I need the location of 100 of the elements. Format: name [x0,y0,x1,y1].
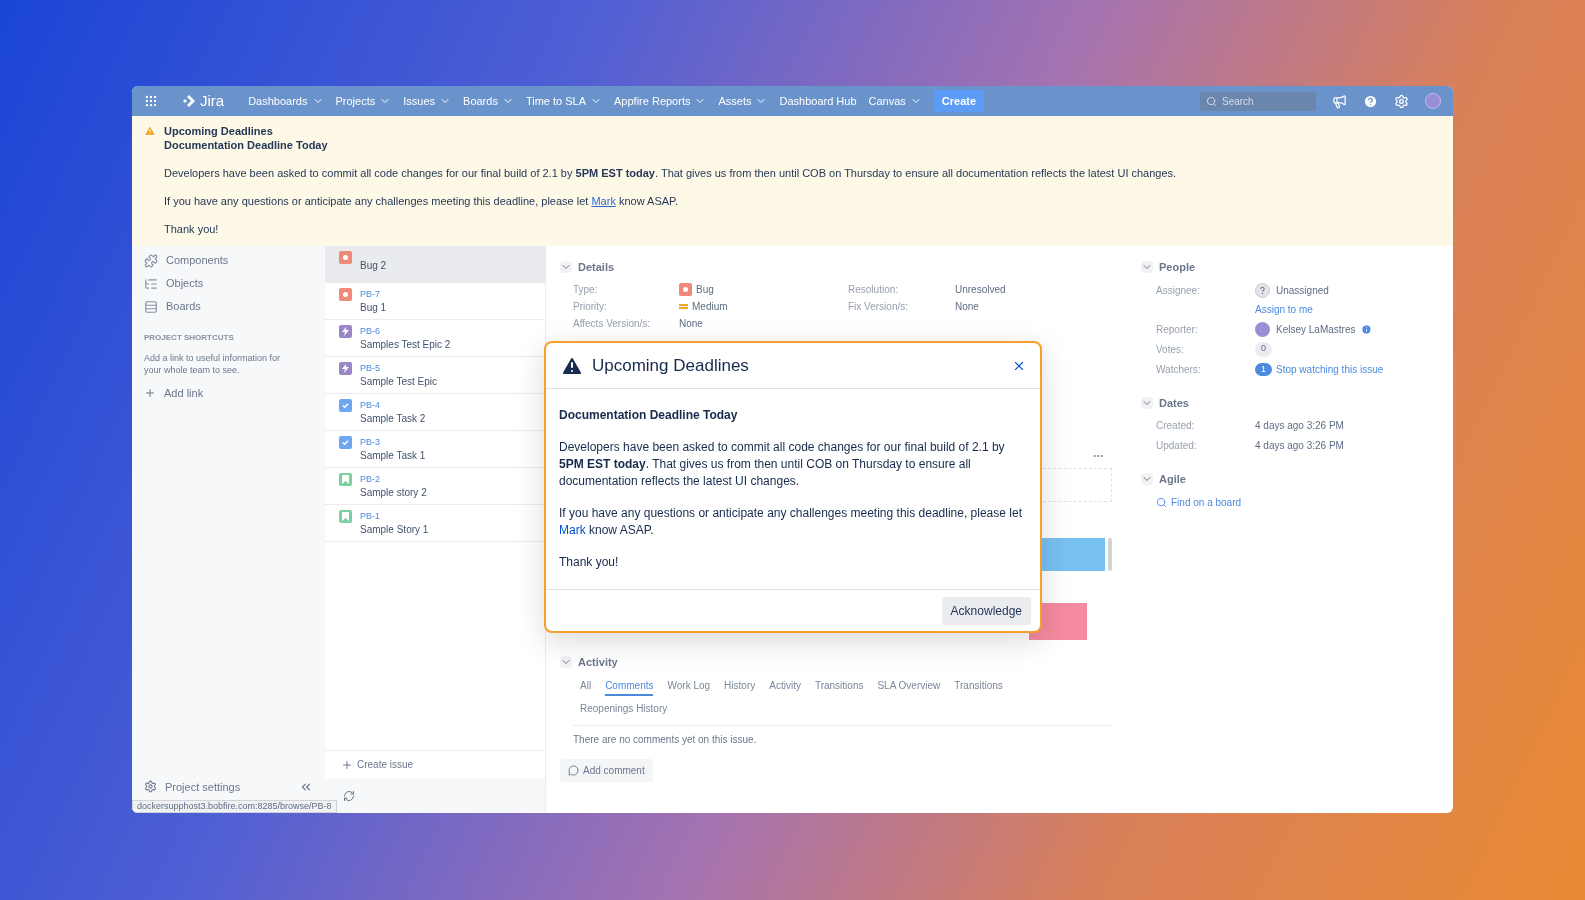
issue-key: PB-5 [360,362,438,375]
status-url-tooltip: dockersupphost3.bobfire.com:8285/browse/PB-8 [132,800,337,813]
field-label: Affects Version/s: [573,316,652,331]
assign-link[interactable]: Assign to me [1255,301,1329,317]
search-field[interactable]: Search [1200,91,1316,111]
sidebar-item[interactable]: Objects [144,272,313,295]
acknowledge-button[interactable]: Acknowledge [941,596,1031,625]
create-issue-button[interactable]: Create issue [341,757,414,772]
empty-comments-message: There are no comments yet on this issue. [573,733,758,747]
dialog-subtitle: Documentation Deadline Today [559,407,739,424]
plus-icon [144,387,156,400]
epic-type-icon [339,325,352,338]
message-paragraph: Developers have been asked to commit all code changes for our final build of 2.1 by 5PM EST today. That gives us from then until COB on Thursday to ensure all documentation reflects the latest UI changes. [559,439,1006,490]
section-heading: Activity [578,654,618,670]
activity-tab[interactable]: All [580,678,592,696]
message-paragraph: If you have any questions or anticipate any challenges meeting this deadline, please let Mark know ASAP. [559,505,1023,539]
add-link-button[interactable]: Add link [144,385,313,402]
field-label: Type: [573,282,599,297]
speech-bubble-icon [568,765,579,776]
dialog-title: Upcoming Deadlines [592,354,749,377]
bug-type-icon [339,251,352,264]
message-paragraph: Thank you! [164,222,219,236]
mark-link[interactable]: Mark [559,523,586,537]
story-type-icon [339,510,352,523]
activity-tab[interactable]: Activity [769,678,801,696]
info-icon[interactable] [1361,323,1373,335]
vote-count: 0 [1255,341,1272,357]
field-label: Watchers: [1156,362,1202,377]
logo-icon [182,94,196,108]
field-value: None [955,299,979,314]
chevron-icon[interactable] [1141,473,1153,486]
activity-tab[interactable]: Reopenings History [580,701,668,719]
stop-watching-link[interactable]: Stop watching this issue [1276,361,1384,377]
issue-key: PB-2 [360,473,427,486]
nav-menu-item[interactable]: Assets [718,92,768,110]
app-switcher-icon[interactable] [144,94,158,108]
nav-menu-item[interactable]: Issues [403,92,452,110]
activity-tab[interactable]: Comments [605,678,654,696]
issue-title: Bug 1 [360,301,387,314]
nav-menu-item[interactable]: Dashboards [248,92,324,110]
refresh-icon[interactable] [343,789,355,802]
activity-tab[interactable]: History [724,678,756,696]
chevron-icon[interactable] [560,261,572,274]
sidebar-item[interactable]: Boards [144,295,313,318]
scrollbar-thumb [1108,537,1112,571]
activity-tab[interactable]: Transitions [954,678,1003,696]
create-button[interactable]: Create [933,89,985,113]
chevron-icon[interactable] [1141,261,1153,274]
sidebar-item[interactable]: Components [144,249,313,272]
bug-type-icon [679,282,692,296]
issue-title: Sample Task 2 [360,412,426,425]
nav-menu-item[interactable]: Dashboard Hub [779,92,857,110]
activity-tab[interactable]: Work Log [667,678,711,696]
search-icon [1206,95,1217,107]
nav-menu-item[interactable]: Appfire Reports [614,92,707,110]
avatar-icon [1255,321,1270,337]
section-heading: People [1159,260,1196,275]
chevron-icon[interactable] [560,655,572,668]
shortcuts-hint: Add a link to useful information for your whole team to see. [144,352,282,376]
help-icon[interactable] [1363,93,1378,109]
story-type-icon [339,473,352,486]
avatar-icon[interactable] [1425,93,1441,109]
issue-key: PB-7 [360,288,387,301]
search-icon [1156,496,1167,508]
logo-text[interactable]: Jira [200,89,225,113]
nav-menu-item[interactable]: Time to SLA [525,92,603,110]
issue-key: PB-4 [360,399,426,412]
field-label: Reporter: [1156,322,1199,337]
activity-tab[interactable]: SLA Overview [877,678,941,696]
issue-title: Sample story 2 [360,486,427,499]
field-label: Assignee: [1156,283,1201,298]
chevron-icon[interactable] [1141,396,1153,409]
issue-title: Sample Task 1 [360,449,426,462]
tree-icon [144,276,158,291]
field-value: Bug [696,282,714,297]
section-heading: Details [578,260,615,275]
banner-subtitle: Documentation Deadline Today [164,138,329,152]
mark-link[interactable]: Mark [591,195,616,207]
settings-icon[interactable] [1394,93,1409,109]
section-heading: Agile [1159,472,1186,487]
rows-icon [144,299,158,314]
message-paragraph: Thank you! [559,554,620,571]
task-type-icon [339,399,352,412]
issue-list-item[interactable]: Bug 2 [325,246,545,283]
issue-key: PB-1 [360,510,429,523]
activity-tab[interactable]: Transitions [814,678,864,696]
nav-menu-item[interactable]: Canvas [868,92,922,110]
issue-title: Bug 2 [360,259,387,272]
megaphone-icon[interactable] [1332,93,1347,109]
field-label: Created: [1156,419,1196,433]
find-on-board-link[interactable]: Find on a board [1156,494,1453,510]
nav-menu-item[interactable]: Projects [335,92,392,110]
nav-menu-item[interactable]: Boards [463,92,514,110]
field-label: Priority: [573,299,608,314]
warning-icon [144,125,156,137]
project-settings-link[interactable]: Project settings [144,778,241,795]
add-comment-button[interactable]: Add comment [560,759,653,782]
banner-title: Upcoming Deadlines [164,124,274,138]
epic-type-icon [339,362,352,375]
plus-icon [341,758,353,771]
